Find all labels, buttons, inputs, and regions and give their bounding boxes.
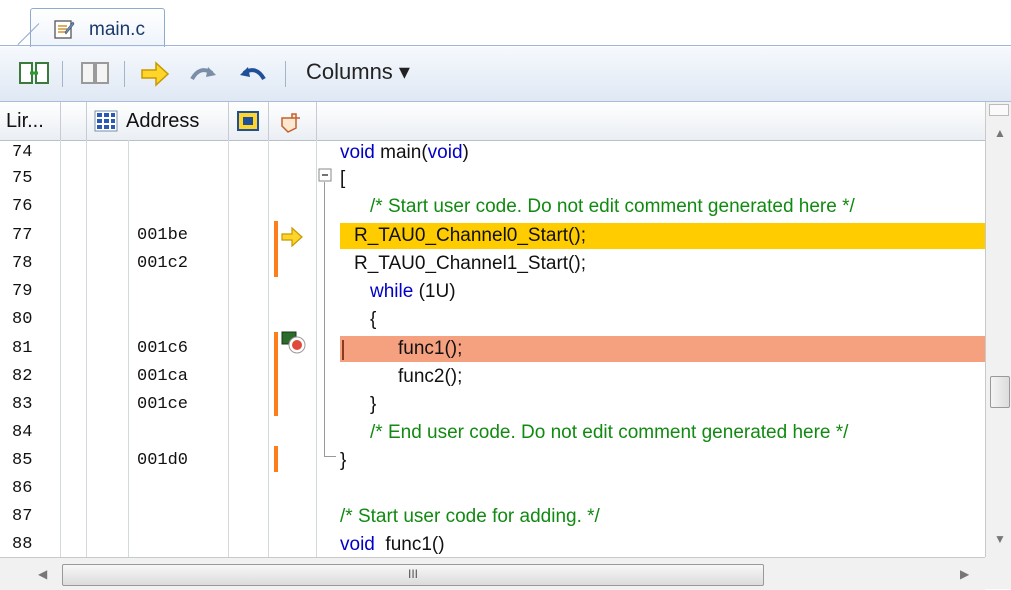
code-keyword: void <box>427 142 463 163</box>
code-text: func1() <box>374 534 445 555</box>
current-pc-arrow-icon[interactable] <box>138 57 174 91</box>
columns-dropdown[interactable]: Columns ▾ <box>306 59 410 85</box>
source-row[interactable]: 78 001c2 R_TAU0_Channel1_Start(); <box>0 251 985 277</box>
code-comment: /* Start user code for adding. */ <box>340 506 600 527</box>
code-text: ) <box>462 142 469 163</box>
source-grid: Lir... Address 74 void main(void) 75 [7… <box>0 102 1011 590</box>
tab-slant <box>17 23 40 46</box>
scroll-grip: III <box>407 567 418 581</box>
address-value: 001c2 <box>137 254 189 273</box>
source-row[interactable]: 85 001d0 } <box>0 448 985 474</box>
address-value: 001ce <box>137 395 189 414</box>
source-row[interactable]: 88 void func1() <box>0 532 985 558</box>
code-text: func2(); <box>398 366 463 387</box>
tab-label: main.c <box>89 19 145 40</box>
line-number: 85 <box>12 451 33 470</box>
address-grid-icon <box>94 110 118 132</box>
code-text: [ <box>340 168 346 189</box>
source-row[interactable]: 74 void main(void) <box>0 140 985 166</box>
code-comment: /* Start user code. Do not edit comment … <box>370 196 855 217</box>
step-forward-icon[interactable] <box>186 57 222 91</box>
code-text: main( <box>374 142 428 163</box>
code-keyword: while <box>370 281 414 302</box>
code-text: R_TAU0_Channel1_Start(); <box>354 253 586 274</box>
source-row[interactable]: 83 001ce } <box>0 392 985 418</box>
line-number: 84 <box>12 423 33 442</box>
header-blank[interactable] <box>60 102 87 140</box>
code-comment: /* End user code. Do not edit comment ge… <box>370 422 849 443</box>
source-row[interactable]: 84 /* End user code. Do not edit comment… <box>0 420 985 446</box>
source-row[interactable]: 80 { <box>0 307 985 333</box>
code-text: } <box>370 394 377 415</box>
line-number: 83 <box>12 395 33 414</box>
address-value: 001be <box>137 226 189 245</box>
address-value: 001ca <box>137 367 189 386</box>
source-row[interactable]: 86 <box>0 476 985 502</box>
source-row[interactable]: 82 001ca func2(); <box>0 364 985 390</box>
header-line[interactable]: Lir... <box>0 102 61 140</box>
source-row-breakpoint[interactable]: 81 001c6 func1(); <box>0 336 985 362</box>
line-number: 80 <box>12 310 33 329</box>
header-source[interactable] <box>316 102 985 140</box>
horizontal-scrollbar[interactable]: ◀ III ▶ <box>0 557 985 590</box>
header-address[interactable]: Address <box>86 102 229 140</box>
scrollbar-top-cap <box>989 104 1009 116</box>
grid-header: Lir... Address <box>0 102 985 141</box>
code-text: (1U) <box>413 281 456 302</box>
line-number: 88 <box>12 535 33 554</box>
code-text: R_TAU0_Channel0_Start(); <box>354 225 586 246</box>
source-row[interactable]: 79 while (1U) <box>0 279 985 305</box>
code-text: func1(); <box>398 338 463 359</box>
header-line-label: Lir... <box>6 110 44 132</box>
code-text: } <box>340 450 347 471</box>
toolbar-separator <box>285 61 286 87</box>
source-row[interactable]: 76 /* Start user code. Do not edit comme… <box>0 194 985 220</box>
toolbar-separator <box>62 61 63 87</box>
tab-baseline <box>0 45 1011 46</box>
header-event[interactable] <box>228 102 269 140</box>
sync-disasm-icon[interactable] <box>78 57 114 91</box>
scroll-up-arrow-icon[interactable]: ▲ <box>994 126 1006 140</box>
source-row[interactable]: 75 [ <box>0 166 985 192</box>
line-number: 87 <box>12 507 33 526</box>
scroll-down-arrow-icon[interactable]: ▼ <box>994 532 1006 546</box>
hand-pointer-icon <box>281 113 300 133</box>
step-back-icon[interactable] <box>234 57 270 91</box>
code-text: { <box>370 309 377 330</box>
line-number: 82 <box>12 367 33 386</box>
vertical-scrollbar[interactable]: ▲ ▼ <box>985 102 1011 557</box>
line-number: 76 <box>12 197 33 216</box>
horizontal-scroll-thumb[interactable]: III <box>62 564 764 586</box>
toolbar-separator <box>124 61 125 87</box>
vertical-scroll-thumb[interactable] <box>990 376 1010 408</box>
source-row-current[interactable]: 77 001be R_TAU0_Channel0_Start(); <box>0 223 985 249</box>
source-row[interactable]: 87 /* Start user code for adding. */ <box>0 504 985 530</box>
scroll-corner <box>985 557 1011 589</box>
line-number: 81 <box>12 339 33 358</box>
line-number: 79 <box>12 282 33 301</box>
scroll-left-arrow-icon[interactable]: ◀ <box>38 567 47 581</box>
scroll-right-arrow-icon[interactable]: ▶ <box>960 567 969 581</box>
header-address-label: Address <box>126 110 200 132</box>
header-hand[interactable] <box>268 102 317 140</box>
line-number: 78 <box>12 254 33 273</box>
sync-source-icon[interactable] <box>18 57 54 91</box>
line-number: 75 <box>12 169 33 188</box>
event-column-icon <box>237 111 259 131</box>
line-number: 86 <box>12 479 33 498</box>
source-file-icon <box>54 20 75 39</box>
code-keyword: void <box>340 142 375 163</box>
editor-toolbar: Columns ▾ <box>0 47 1011 102</box>
editor-tab-strip: main.c <box>0 0 1011 47</box>
line-number: 74 <box>12 143 33 162</box>
line-number: 77 <box>12 226 33 245</box>
code-keyword: void <box>340 534 375 555</box>
address-value: 001d0 <box>137 451 189 470</box>
address-value: 001c6 <box>137 339 189 358</box>
tab-main-c[interactable]: main.c <box>17 8 165 47</box>
